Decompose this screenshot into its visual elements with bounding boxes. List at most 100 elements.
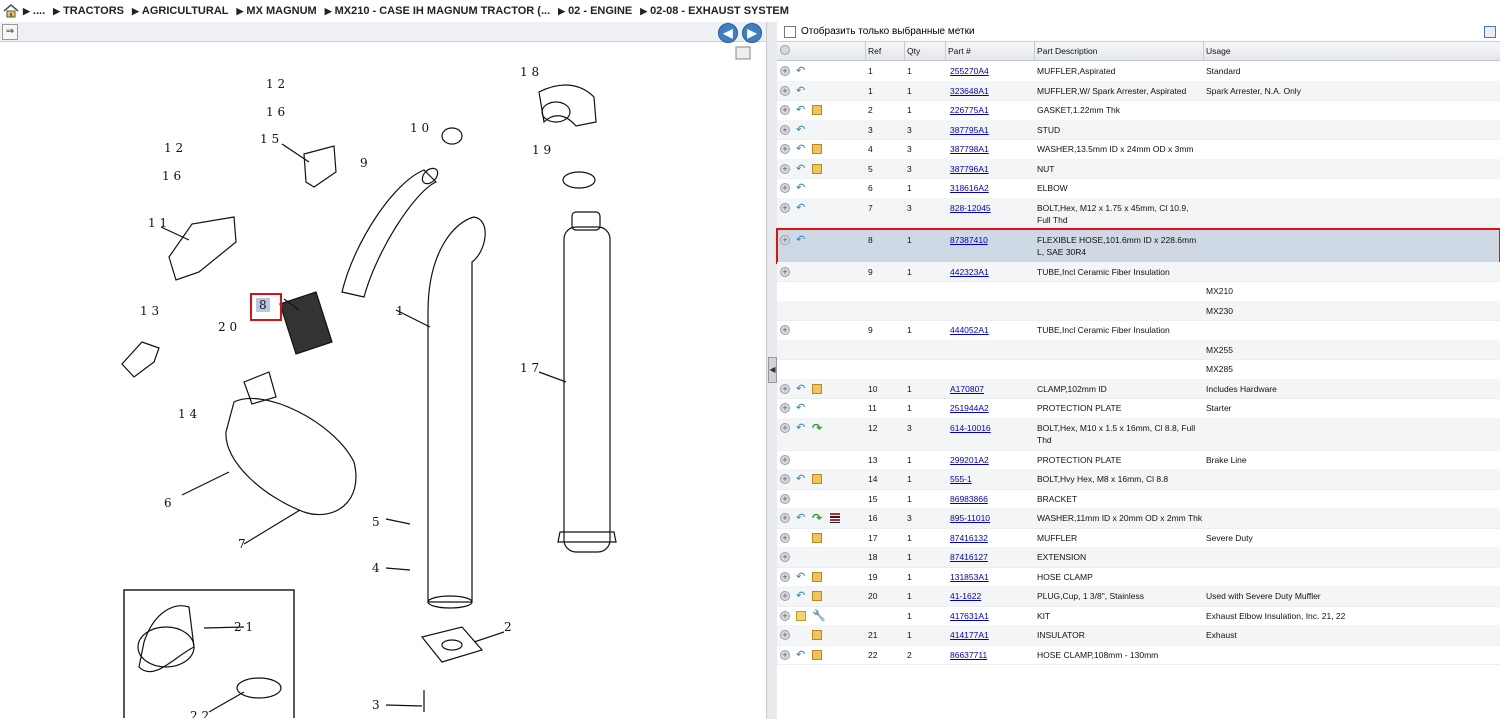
cell-part-number[interactable]: 387795A1: [950, 124, 1034, 137]
expand-row-icon[interactable]: +: [780, 571, 790, 582]
table-row[interactable]: MX230: [777, 300, 1500, 321]
go-arrow-icon[interactable]: ↷: [812, 422, 822, 434]
expand-row-icon[interactable]: +: [780, 403, 790, 413]
expand-row-icon[interactable]: +: [780, 591, 790, 601]
table-row[interactable]: MX255: [777, 339, 1500, 360]
table-row[interactable]: + ↶ 11 1 251944A2 PROTECTION PLATE Starter: [777, 398, 1500, 419]
list-icon[interactable]: [830, 513, 840, 523]
breadcrumb-item[interactable]: ▶....: [23, 5, 45, 17]
package-icon[interactable]: [812, 532, 822, 543]
table-row[interactable]: +18 1 87416127 EXTENSION: [777, 547, 1500, 568]
expand-row-icon[interactable]: +: [780, 183, 790, 193]
forward-arrow-icon[interactable]: ▶: [742, 23, 762, 43]
package-icon[interactable]: [812, 630, 822, 640]
replacement-arrow-icon[interactable]: ↶: [796, 649, 806, 660]
table-row[interactable]: + ↶ 2 1 226775A1 GASKET,1.22mm Thk: [777, 100, 1500, 121]
expand-row-icon[interactable]: +: [780, 532, 790, 543]
header-part-number[interactable]: Part #: [945, 42, 1036, 60]
expand-row-icon[interactable]: +: [780, 266, 790, 277]
expand-all-icon[interactable]: [780, 45, 790, 55]
replacement-arrow-icon[interactable]: ↶: [796, 105, 806, 116]
package-icon[interactable]: [812, 163, 822, 174]
replacement-arrow-icon[interactable]: ↶: [796, 513, 806, 524]
cell-part-number[interactable]: 417631A1: [950, 610, 1034, 623]
table-row[interactable]: + 🔧 1 417631A1 KIT Exhaust Elbow Insulation, …: [777, 606, 1500, 626]
table-row[interactable]: + ↶ 1 1 255270A4 MUFFLER,Aspirated Standard: [777, 61, 1500, 82]
replacement-arrow-icon[interactable]: ↶: [796, 403, 806, 414]
replacement-arrow-icon[interactable]: ↶: [796, 474, 806, 485]
package-icon[interactable]: [812, 383, 822, 394]
replacement-arrow-icon[interactable]: ↶: [796, 66, 806, 77]
replacement-arrow-icon[interactable]: ↶: [796, 124, 806, 135]
expand-row-icon[interactable]: +: [780, 124, 790, 135]
header-expand[interactable]: [777, 42, 867, 60]
replacement-arrow-icon[interactable]: ↶: [796, 144, 806, 155]
expand-row-icon[interactable]: +: [780, 66, 790, 76]
cell-part-number[interactable]: 828-12045: [950, 202, 1034, 215]
expand-row-icon[interactable]: +: [780, 630, 790, 640]
table-row[interactable]: + ↶ 4 3 387798A1 WASHER,13.5mm ID x 24mm OD x…: [777, 139, 1500, 167]
header-part-description[interactable]: Part Description: [1034, 42, 1205, 60]
replacement-arrow-icon[interactable]: ↶: [796, 163, 806, 174]
package-icon[interactable]: [812, 571, 822, 582]
cell-part-number[interactable]: 86983866: [950, 493, 1034, 506]
table-row[interactable]: +9 1 442323A1 TUBE,Incl Ceramic Fiber Insul…: [777, 261, 1500, 282]
cell-part-number[interactable]: 387796A1: [950, 163, 1034, 176]
replacement-arrow-icon[interactable]: ↶: [796, 183, 806, 194]
table-row[interactable]: + ↶ 5 3 387796A1 NUT: [777, 158, 1500, 179]
expand-row-icon[interactable]: +: [780, 202, 790, 213]
expand-row-icon[interactable]: +: [780, 493, 790, 504]
table-row[interactable]: + ↶ ↷ 16 3 895-11010 WASHER,11mm ID x 20mm OD …: [777, 508, 1500, 529]
cell-part-number[interactable]: 255270A4: [950, 65, 1034, 78]
expand-row-icon[interactable]: +: [780, 454, 790, 465]
show-selected-only-checkbox[interactable]: [784, 25, 796, 38]
header-ref[interactable]: Ref: [865, 42, 906, 60]
table-row[interactable]: MX285: [777, 359, 1500, 380]
package-icon[interactable]: [812, 105, 822, 115]
table-row[interactable]: + ↶ 19 1 131853A1 HOSE CLAMP: [777, 567, 1500, 587]
cell-part-number[interactable]: 444052A1: [950, 324, 1034, 337]
expand-row-icon[interactable]: +: [780, 610, 790, 621]
breadcrumb-item[interactable]: ▶ 02-08 - EXHAUST SYSTEM: [640, 5, 789, 17]
header-usage[interactable]: Usage: [1203, 42, 1500, 60]
package-icon[interactable]: [812, 474, 822, 484]
table-row[interactable]: +17 1 87416132 MUFFLER Severe Duty: [777, 528, 1500, 548]
package-icon[interactable]: [812, 144, 822, 154]
expand-row-icon[interactable]: +: [780, 325, 790, 335]
table-row[interactable]: +15 1 86983866 BRACKET: [777, 489, 1500, 509]
cell-part-number[interactable]: 387798A1: [950, 143, 1034, 156]
replacement-arrow-icon[interactable]: ↶: [796, 202, 806, 213]
breadcrumb-item[interactable]: ▶ 02 - ENGINE: [558, 5, 632, 17]
cell-part-number[interactable]: 614-10016: [950, 422, 1034, 435]
breadcrumb-item[interactable]: ▶ MX210 - CASE IH MAGNUM TRACTOR (...: [325, 5, 550, 17]
replacement-arrow-icon[interactable]: ↶: [796, 591, 806, 602]
table-row[interactable]: +9 1 444052A1 TUBE,Incl Ceramic Fiber Insul…: [777, 320, 1500, 341]
export-icon[interactable]: ⇒: [2, 24, 18, 40]
table-row[interactable]: + ↶ 20 1 41-1622 PLUG,Cup, 1 3/8", Stainless U…: [777, 586, 1500, 607]
cell-part-number[interactable]: 414177A1: [950, 629, 1034, 642]
expand-row-icon[interactable]: +: [780, 85, 790, 96]
package-icon[interactable]: [812, 649, 822, 660]
breadcrumb-item[interactable]: ▶ TRACTORS: [53, 5, 124, 17]
expand-row-icon[interactable]: +: [780, 474, 790, 484]
replacement-arrow-icon[interactable]: ↶: [796, 571, 806, 582]
breadcrumb-item[interactable]: ▶ AGRICULTURAL: [132, 5, 228, 17]
wrench-icon[interactable]: 🔧: [812, 610, 826, 621]
expand-row-icon[interactable]: +: [780, 422, 790, 433]
cell-part-number[interactable]: 226775A1: [950, 104, 1034, 117]
header-qty[interactable]: Qty: [904, 42, 947, 60]
table-row[interactable]: + ↶ 6 1 318616A2 ELBOW: [777, 178, 1500, 199]
cell-part-number[interactable]: 251944A2: [950, 402, 1034, 415]
breadcrumb-item[interactable]: ▶ MX MAGNUM: [236, 5, 316, 17]
expand-row-icon[interactable]: +: [780, 552, 790, 562]
expand-row-icon[interactable]: +: [780, 144, 790, 154]
expand-row-icon[interactable]: +: [780, 163, 790, 174]
replacement-arrow-icon[interactable]: ↶: [796, 422, 806, 433]
table-row[interactable]: + ↶ 3 3 387795A1 STUD: [777, 119, 1500, 140]
cell-part-number[interactable]: 299201A2: [950, 454, 1034, 467]
grid-icon[interactable]: [1484, 26, 1496, 38]
table-row[interactable]: +21 1 414177A1 INSULATOR Exhaust: [777, 625, 1500, 646]
replacement-arrow-icon[interactable]: ↶: [796, 383, 806, 394]
cell-part-number[interactable]: 41-1622: [950, 590, 1034, 603]
cell-part-number[interactable]: 323648A1: [950, 85, 1034, 98]
